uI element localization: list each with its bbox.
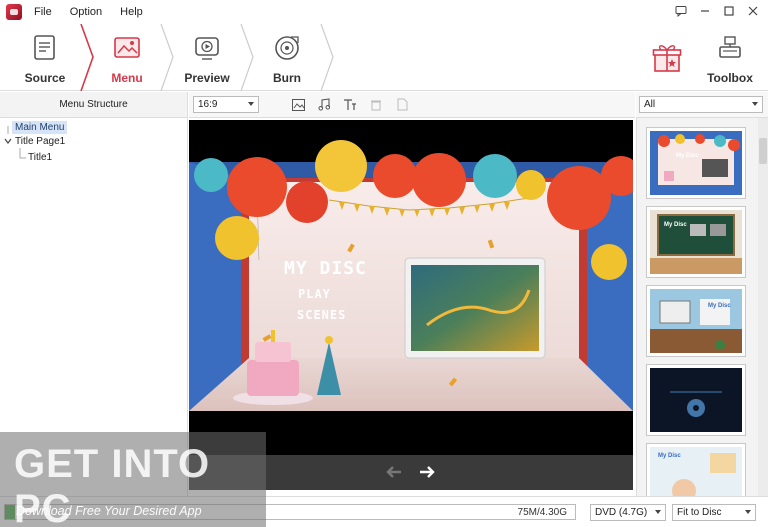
gift-icon[interactable]	[652, 42, 682, 74]
chevron-down-icon	[248, 102, 254, 106]
tree-expand-icon[interactable]	[4, 137, 12, 148]
tree-item-title1[interactable]: Title1	[28, 152, 52, 163]
menu-preview[interactable]: MY DISC PLAY SCENES	[189, 120, 633, 455]
tree-item-main-menu[interactable]: Main Menu	[12, 121, 68, 134]
template-filter-select[interactable]: All	[639, 96, 763, 113]
delete-icon[interactable]	[369, 98, 383, 112]
step-burn-button[interactable]: Burn	[246, 24, 328, 91]
toolbox-button[interactable]: Toolbox	[707, 24, 753, 91]
template-thumbnail[interactable]	[646, 364, 746, 436]
menu-background-image	[189, 120, 633, 455]
chevron-down-icon	[745, 510, 751, 514]
menu-structure-header: Menu Structure	[0, 92, 188, 118]
template-title: My Disc	[708, 303, 731, 309]
fit-mode-select[interactable]: Fit to Disc	[672, 504, 756, 521]
step-divider-icon	[320, 24, 334, 91]
tree-item-title-page1[interactable]: Title Page1	[15, 136, 65, 147]
workflow-toolbar: Source Menu Preview Burn Toolbox	[0, 24, 768, 91]
aspect-ratio-select[interactable]: 16:9	[193, 96, 259, 113]
template-scrollbar[interactable]	[758, 118, 768, 496]
aspect-ratio-value: 16:9	[198, 99, 218, 110]
step-preview-label: Preview	[184, 71, 230, 85]
image-icon	[112, 33, 142, 63]
title-bar: File Option Help	[0, 0, 768, 24]
template-title: My Disc	[658, 453, 681, 459]
window-controls	[674, 4, 760, 18]
arrow-left-icon[interactable]	[386, 463, 402, 484]
menu-file[interactable]: File	[34, 6, 52, 18]
toolbox-icon	[717, 34, 743, 63]
chevron-down-icon	[752, 102, 758, 106]
scrollbar-thumb[interactable]	[759, 138, 767, 164]
minimize-icon[interactable]	[698, 4, 712, 18]
menu-option[interactable]: Option	[70, 6, 102, 18]
menu-title-text[interactable]: MY DISC	[284, 258, 367, 279]
step-menu-label: Menu	[111, 71, 143, 85]
step-source-button[interactable]: Source	[4, 24, 86, 91]
arrow-right-icon[interactable]	[419, 463, 435, 484]
music-icon[interactable]	[317, 98, 331, 112]
menu-structure-title: Menu Structure	[59, 99, 128, 110]
disc-icon	[272, 33, 302, 63]
template-thumbnail[interactable]: My Disc	[646, 285, 746, 357]
template-filter-bar: All	[636, 92, 768, 118]
fit-mode-value: Fit to Disc	[677, 507, 722, 518]
toolbox-label: Toolbox	[707, 71, 753, 85]
template-title: My Disc	[676, 153, 699, 159]
step-menu-button[interactable]: Menu	[86, 24, 168, 91]
menu-item-scenes[interactable]: SCENES	[297, 308, 346, 322]
watermark-tagline: Download Free Your Desired App	[16, 504, 202, 518]
maximize-icon[interactable]	[722, 4, 736, 18]
play-icon	[192, 33, 222, 63]
template-thumbnail[interactable]: My Disc	[646, 443, 746, 496]
watermark-overlay: GET INTO PC Download Free Your Desired A…	[0, 432, 266, 527]
feedback-icon[interactable]	[674, 4, 688, 18]
center-toolbar: 16:9	[189, 92, 635, 118]
disc-type-select[interactable]: DVD (4.7G)	[590, 504, 666, 521]
text-icon[interactable]	[343, 98, 357, 112]
template-filter-value: All	[644, 99, 656, 110]
step-burn-label: Burn	[273, 71, 301, 85]
template-list: My Disc My Disc My Disc My Disc	[636, 118, 768, 496]
template-thumbnail[interactable]: My Disc	[646, 127, 746, 199]
template-title: My Disc	[664, 222, 687, 228]
chevron-down-icon	[655, 510, 661, 514]
close-icon[interactable]	[746, 4, 760, 18]
document-icon	[30, 33, 60, 63]
disc-type-value: DVD (4.7G)	[595, 507, 648, 518]
step-source-label: Source	[24, 71, 66, 85]
background-image-icon[interactable]	[291, 98, 305, 112]
page-icon[interactable]	[395, 98, 409, 112]
disc-capacity-text: 75M/4.30G	[517, 507, 567, 518]
menu-item-play[interactable]: PLAY	[298, 287, 331, 301]
app-logo-icon	[6, 4, 22, 20]
template-thumbnail[interactable]: My Disc	[646, 206, 746, 278]
step-preview-button[interactable]: Preview	[166, 24, 248, 91]
menu-help[interactable]: Help	[120, 6, 143, 18]
